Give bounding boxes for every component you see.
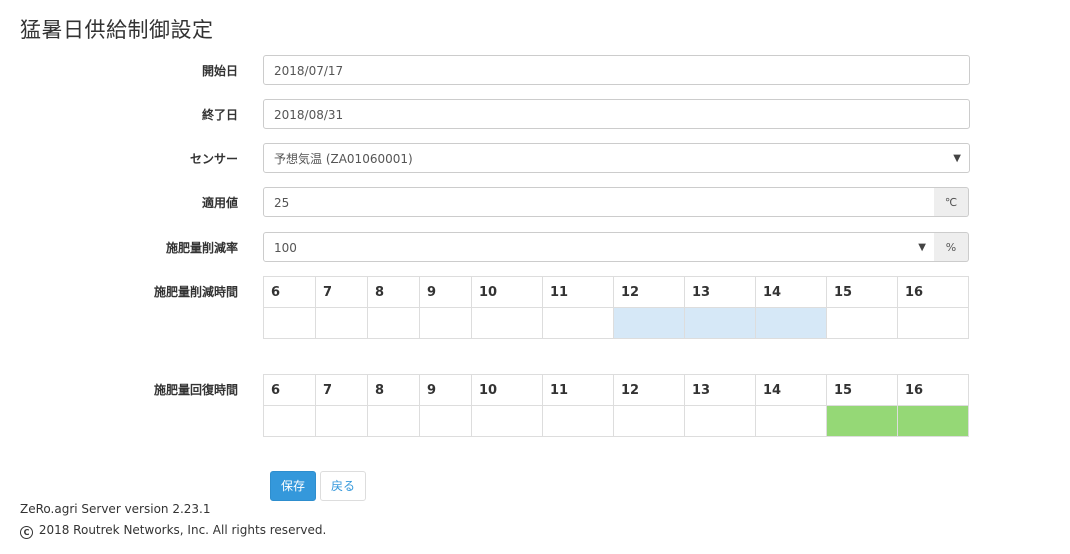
hour-label: 6 [263,276,316,308]
back-button[interactable]: 戻る [320,471,366,501]
hour-label: 7 [315,276,368,308]
save-button[interactable]: 保存 [270,471,316,501]
hour-label: 13 [684,374,756,406]
celsius-unit-addon: ℃ [934,187,969,217]
end-date-label: 終了日 [201,108,238,122]
hour-label: 11 [542,374,614,406]
hour-cell-16[interactable] [897,405,969,437]
start-date-label: 開始日 [201,64,238,78]
hour-label: 16 [897,374,969,406]
hour-label: 8 [367,374,420,406]
reduction-rate-select-value: 100 [274,241,297,255]
recovery-hours-label: 施肥量回復時間 [153,383,238,397]
hour-label: 6 [263,374,316,406]
hour-cell-13[interactable] [684,307,756,339]
hour-cell-16[interactable] [897,307,969,339]
reduction-rate-label: 施肥量削減率 [165,241,238,255]
sensor-row: センサー 予想気温 (ZA01060001) ▼ [0,143,1070,175]
hour-cell-6[interactable] [263,307,316,339]
hour-selection-row [263,405,969,437]
hour-cell-11[interactable] [542,405,614,437]
hour-cell-9[interactable] [419,307,472,339]
caret-down-icon: ▼ [953,153,961,164]
hour-label: 8 [367,276,420,308]
sensor-label: センサー [189,152,238,166]
hour-cell-10[interactable] [471,307,543,339]
threshold-row: 適用値 25 ℃ [0,187,1070,219]
start-date-input[interactable]: 2018/07/17 [263,55,970,85]
hour-label: 10 [471,276,543,308]
hour-selection-row [263,307,969,339]
hour-cell-8[interactable] [367,405,420,437]
sensor-select[interactable]: 予想気温 (ZA01060001) ▼ [263,143,970,173]
reduction-rate-row: 施肥量削減率 100 ▼ % [0,232,1070,264]
hour-header-row: 6 7 8 9 10 11 12 13 14 15 16 [263,276,969,308]
hour-label: 15 [826,276,898,308]
reduction-hours-label: 施肥量削減時間 [153,285,238,299]
threshold-input[interactable]: 25 [263,187,935,217]
hour-label: 15 [826,374,898,406]
end-date-row: 終了日 2018/08/31 [0,99,1070,131]
recovery-hours-table: 6 7 8 9 10 11 12 13 14 15 16 [263,374,969,437]
hour-cell-14[interactable] [755,405,827,437]
copyright-text: 2018 Routrek Networks, Inc. All rights r… [38,523,327,537]
hour-label: 7 [315,374,368,406]
hour-cell-15[interactable] [826,307,898,339]
hour-label: 9 [419,374,472,406]
hour-label: 16 [897,276,969,308]
hour-cell-10[interactable] [471,405,543,437]
hour-cell-6[interactable] [263,405,316,437]
hour-cell-8[interactable] [367,307,420,339]
end-date-input[interactable]: 2018/08/31 [263,99,970,129]
hour-label: 13 [684,276,756,308]
sensor-select-value: 予想気温 (ZA01060001) [274,152,413,166]
hour-label: 9 [419,276,472,308]
hour-cell-7[interactable] [315,307,368,339]
start-date-row: 開始日 2018/07/17 [0,55,1070,87]
hour-header-row: 6 7 8 9 10 11 12 13 14 15 16 [263,374,969,406]
hour-label: 10 [471,374,543,406]
hour-cell-12[interactable] [613,307,685,339]
hour-cell-7[interactable] [315,405,368,437]
hour-label: 14 [755,374,827,406]
caret-down-icon: ▼ [918,242,926,253]
copyright-line: C 2018 Routrek Networks, Inc. All rights… [20,523,326,539]
hour-label: 14 [755,276,827,308]
hour-label: 12 [613,276,685,308]
hour-label: 12 [613,374,685,406]
hour-cell-13[interactable] [684,405,756,437]
hour-cell-9[interactable] [419,405,472,437]
hour-cell-11[interactable] [542,307,614,339]
threshold-label: 適用値 [201,196,238,210]
hour-cell-15[interactable] [826,405,898,437]
hour-cell-14[interactable] [755,307,827,339]
version-text: ZeRo.agri Server version 2.23.1 [20,502,211,516]
hour-label: 11 [542,276,614,308]
reduction-hours-table: 6 7 8 9 10 11 12 13 14 15 16 [263,276,969,339]
percent-unit-addon: % [934,232,969,262]
page-title: 猛暑日供給制御設定 [20,18,214,42]
reduction-rate-select[interactable]: 100 ▼ [263,232,935,262]
hour-cell-12[interactable] [613,405,685,437]
copyright-icon: C [20,526,33,539]
